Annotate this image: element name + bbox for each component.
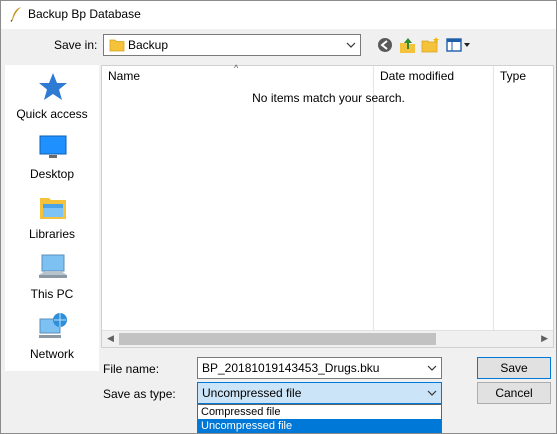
title-bar: Backup Bp Database xyxy=(1,1,556,29)
place-network[interactable]: Network xyxy=(5,307,99,365)
desktop-icon xyxy=(39,135,67,158)
save-type-value: Uncompressed file xyxy=(202,386,302,400)
view-menu-icon[interactable] xyxy=(446,36,472,54)
save-in-combo[interactable]: Backup xyxy=(103,34,361,56)
folder-icon xyxy=(109,39,125,52)
horizontal-scrollbar[interactable]: ◀ ▶ xyxy=(102,330,553,347)
back-icon[interactable] xyxy=(376,36,396,54)
sort-ascending-icon: ^ xyxy=(234,63,239,73)
place-label: This PC xyxy=(30,287,74,301)
save-type-dropdown: Compressed file Uncompressed file xyxy=(197,404,442,433)
place-label: Quick access xyxy=(16,107,88,121)
network-icon xyxy=(39,313,67,338)
scroll-right-icon[interactable]: ▶ xyxy=(541,333,548,344)
column-divider[interactable] xyxy=(493,66,494,331)
quick-access-star-icon xyxy=(39,73,67,100)
libraries-icon xyxy=(40,198,66,219)
save-in-value: Backup xyxy=(128,38,169,52)
chevron-down-icon[interactable] xyxy=(427,361,437,375)
this-pc-icon xyxy=(39,254,67,278)
place-label: Network xyxy=(29,347,74,361)
column-header-date-modified[interactable]: Date modified xyxy=(374,66,493,88)
save-type-select[interactable]: Uncompressed file xyxy=(197,382,442,404)
file-list[interactable]: Name ^ Date modified Type No items match… xyxy=(101,63,554,348)
places-bar: Quick access Desktop Libraries This PC N… xyxy=(5,65,99,371)
place-libraries[interactable]: Libraries xyxy=(5,187,99,245)
file-name-value: BP_20181019143453_Drugs.bku xyxy=(202,361,380,375)
column-divider[interactable] xyxy=(373,66,374,331)
option-uncompressed-file[interactable]: Uncompressed file xyxy=(198,419,441,433)
file-name-field[interactable]: BP_20181019143453_Drugs.bku xyxy=(197,357,442,379)
save-dialog: Backup Bp Database Save in: Backup Quick… xyxy=(0,0,557,434)
place-label: Desktop xyxy=(29,167,75,181)
save-button[interactable]: Save xyxy=(477,357,551,379)
place-quick-access[interactable]: Quick access xyxy=(5,67,99,125)
file-name-label: File name: xyxy=(103,362,160,376)
place-this-pc[interactable]: This PC xyxy=(5,247,99,305)
window-title: Backup Bp Database xyxy=(28,7,141,21)
column-header-name[interactable]: Name ^ xyxy=(102,63,373,88)
new-folder-icon[interactable] xyxy=(421,36,441,54)
save-in-label: Save in: xyxy=(54,38,98,52)
scroll-left-icon[interactable]: ◀ xyxy=(107,333,114,344)
feather-app-icon xyxy=(10,7,21,22)
column-header-type[interactable]: Type xyxy=(494,66,554,88)
chevron-down-icon[interactable] xyxy=(427,386,437,400)
cancel-button[interactable]: Cancel xyxy=(477,382,551,404)
scrollbar-thumb[interactable] xyxy=(119,333,436,345)
save-type-label: Save as type: xyxy=(103,387,176,401)
place-label: Libraries xyxy=(28,227,76,241)
chevron-down-icon xyxy=(346,42,356,48)
empty-list-message: No items match your search. xyxy=(252,91,405,105)
option-compressed-file[interactable]: Compressed file xyxy=(198,405,441,419)
up-folder-icon[interactable] xyxy=(398,36,418,54)
place-desktop[interactable]: Desktop xyxy=(5,127,99,185)
